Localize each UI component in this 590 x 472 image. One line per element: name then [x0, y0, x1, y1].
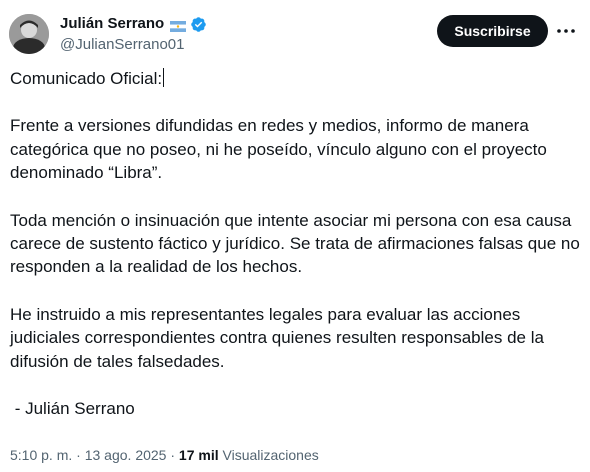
author-name-row: Julián Serrano	[60, 14, 207, 34]
tweet-time[interactable]: 5:10 p. m.	[10, 447, 72, 463]
tweet-text: Comunicado Oficial: Frente a versiones d…	[10, 67, 580, 444]
tweet-meta: 5:10 p. m. · 13 ago. 2025 · 17 mil Visua…	[10, 446, 319, 464]
tweet: Julián Serrano @JulianSerrano01 Suscribi…	[0, 0, 590, 472]
meta-separator: ·	[72, 447, 85, 463]
tweet-paragraph: He instruido a mis representantes legale…	[10, 304, 544, 371]
tweet-paragraph: Frente a versiones difundidas en redes y…	[10, 116, 547, 183]
author-handle[interactable]: @JulianSerrano01	[60, 35, 184, 55]
meta-separator: ·	[166, 447, 179, 463]
subscribe-button[interactable]: Suscribirse	[437, 15, 548, 47]
tweet-paragraph: Toda mención o insinuación que intente a…	[10, 210, 580, 277]
avatar[interactable]	[9, 14, 49, 54]
argentina-flag-icon	[170, 19, 187, 32]
views-count: 17 mil	[178, 447, 219, 463]
tweet-paragraph-text: Comunicado Oficial:	[10, 69, 163, 88]
tweet-signature: - Julián Serrano	[10, 399, 135, 419]
views-label: Visualizaciones	[222, 447, 319, 463]
more-options-icon[interactable]	[556, 22, 576, 40]
verified-badge-icon[interactable]	[190, 16, 207, 33]
text-cursor	[163, 68, 165, 87]
tweet-date[interactable]: 13 ago. 2025	[85, 447, 167, 463]
avatar-image	[9, 14, 49, 54]
tweet-paragraph: Comunicado Oficial:	[10, 67, 580, 90]
author-display-name[interactable]: Julián Serrano	[60, 14, 164, 34]
